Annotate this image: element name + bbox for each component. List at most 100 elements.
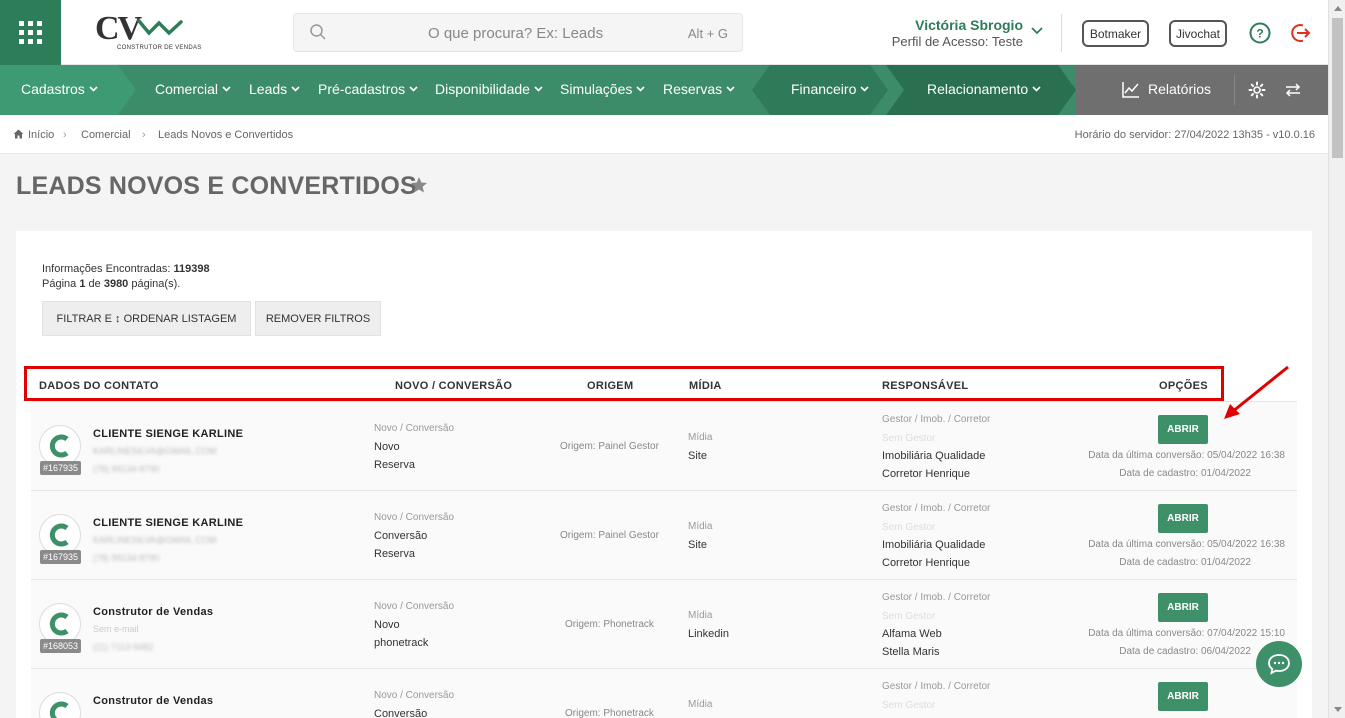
vertical-scrollbar[interactable]: [1328, 0, 1345, 718]
contact-name[interactable]: Construtor de Vendas: [93, 606, 213, 618]
responsavel-label: Gestor / Imob. / Corretor: [882, 503, 991, 514]
created-date: Data de cadastro: 01/04/2022: [1119, 557, 1251, 568]
chevron-down-icon: [534, 86, 543, 92]
nav-comercial[interactable]: Comercial: [155, 81, 231, 97]
chevron-down-icon: [726, 86, 735, 92]
lead-media: Linkedin: [688, 628, 729, 640]
novo-conversao-label: Novo / Conversão: [374, 601, 455, 612]
user-name: Victória Sbrogio: [915, 17, 1023, 33]
gear-icon[interactable]: [1248, 81, 1266, 99]
server-time: Horário do servidor: 27/04/2022 13h35 - …: [1074, 129, 1315, 141]
help-icon[interactable]: ?: [1249, 22, 1271, 44]
chevron-down-icon[interactable]: [1031, 27, 1043, 35]
logout-icon[interactable]: [1290, 22, 1312, 44]
chevron-down-icon: [291, 86, 300, 92]
divider: [1234, 75, 1235, 105]
responsavel-label: Gestor / Imob. / Corretor: [882, 414, 991, 425]
contact-name[interactable]: CLIENTE SIENGE KARLINE: [93, 428, 243, 440]
col-novo-conversao: NOVO / CONVERSÃO: [395, 380, 513, 392]
created-date: Data de cadastro: 06/04/2022: [1119, 646, 1251, 657]
breadcrumb-comercial[interactable]: Comercial: [81, 129, 131, 141]
midia-label: Mídia: [688, 432, 713, 443]
search-input[interactable]: O que procura? Ex: Leads Alt + G: [293, 13, 743, 52]
chevron-down-icon: [222, 86, 231, 92]
scrollbar-thumb[interactable]: [1332, 18, 1343, 158]
nav-reservas[interactable]: Reservas: [663, 81, 735, 97]
col-opcoes: OPÇÕES: [1159, 380, 1208, 392]
search-shortcut: Alt + G: [687, 26, 728, 41]
last-conversion-date: Data da última conversão: 07/04/2022 15:…: [1088, 628, 1285, 639]
novo-conversao-label: Novo / Conversão: [374, 423, 455, 434]
chevron-down-icon: [89, 86, 98, 92]
remove-filters-button[interactable]: REMOVER FILTROS: [255, 301, 381, 336]
breadcrumb-home[interactable]: Início: [28, 129, 54, 141]
star-icon[interactable]: [410, 176, 428, 194]
home-icon: [13, 129, 24, 139]
lead-origin: Origem: Painel Gestor: [560, 441, 659, 452]
nav-relatorios[interactable]: Relatórios: [1148, 81, 1211, 97]
responsavel-label: Gestor / Imob. / Corretor: [882, 592, 991, 603]
nav-simulacoes[interactable]: Simulações: [560, 81, 645, 97]
nav-tools: Relatórios: [1076, 65, 1328, 115]
scroll-up-icon[interactable]: [1334, 6, 1342, 11]
lead-status: Conversão: [374, 708, 428, 718]
last-conversion-date: Data da última conversão: 05/04/2022 16:…: [1088, 539, 1285, 550]
contact-phone: (11) 7113-9482: [93, 642, 154, 652]
lead-origin: Origem: Painel Gestor: [560, 530, 659, 541]
nav-financeiro[interactable]: Financeiro: [791, 81, 869, 97]
divider: [1061, 14, 1062, 52]
novo-conversao-label: Novo / Conversão: [374, 690, 455, 701]
corretor-value: Corretor Henrique: [882, 468, 971, 480]
cv-logo-icon: [49, 701, 69, 718]
abrir-button[interactable]: ABRIR: [1158, 593, 1208, 622]
cv-logo-icon: [49, 523, 69, 547]
nav-leads[interactable]: Leads: [249, 81, 300, 97]
filter-sort-button[interactable]: FILTRAR E ↕ ORDENAR LISTAGEM: [42, 301, 251, 336]
jivochat-button[interactable]: Jivochat: [1169, 20, 1227, 47]
contact-phone: (78) 99134-8790: [93, 464, 160, 474]
logo[interactable]: CV CONSTRUTOR DE VENDAS: [95, 10, 201, 54]
apps-menu-button[interactable]: [0, 0, 61, 65]
avatar: [39, 692, 81, 718]
contact-name[interactable]: Construtor de Vendas: [93, 695, 213, 707]
corretor-value: Stella Maris: [882, 646, 940, 658]
lead-status: Novo: [374, 441, 400, 453]
novo-conversao-label: Novo / Conversão: [374, 512, 455, 523]
breadcrumb-current: Leads Novos e Convertidos: [158, 129, 294, 141]
annotation-arrow-icon: [1224, 365, 1289, 419]
lead-substatus: phonetrack: [374, 637, 429, 649]
chart-line-icon: [1122, 82, 1139, 98]
gestor-value: Sem Gestor: [882, 611, 936, 622]
abrir-button[interactable]: ABRIR: [1158, 682, 1208, 711]
scroll-down-icon[interactable]: [1334, 707, 1342, 712]
cv-logo-icon: [49, 612, 69, 636]
contact-email: KARLINESILVA@GMAIL.COM: [93, 535, 217, 545]
imobiliaria-value: Imobiliária Qualidade: [882, 450, 986, 462]
contact-email: Sem e-mail: [93, 624, 139, 634]
chat-button[interactable]: [1256, 641, 1302, 687]
responsavel-label: Gestor / Imob. / Corretor: [882, 681, 991, 692]
table-row: Construtor de Vendas Novo / Conversão Co…: [31, 668, 1297, 718]
chevron-right-icon: ›: [63, 129, 67, 141]
contact-name[interactable]: CLIENTE SIENGE KARLINE: [93, 517, 243, 529]
lead-status: Conversão: [374, 530, 428, 542]
nav-disponibilidade[interactable]: Disponibilidade: [435, 81, 543, 97]
abrir-button[interactable]: ABRIR: [1158, 504, 1208, 533]
nav-cadastros[interactable]: Cadastros: [21, 81, 98, 97]
table-row: #168053 Construtor de Vendas Sem e-mail …: [31, 579, 1297, 668]
lead-id-badge: #167935: [40, 461, 82, 475]
swap-icon[interactable]: [1285, 83, 1301, 97]
botmaker-button[interactable]: Botmaker: [1082, 20, 1149, 47]
user-role: Perfil de Acesso: Teste: [891, 34, 1023, 49]
nav-pre-cadastros[interactable]: Pré-cadastros: [318, 81, 418, 97]
col-midia: MÍDIA: [689, 380, 722, 392]
lead-origin: Origem: Phonetrack: [565, 708, 654, 718]
table-header: DADOS DO CONTATO NOVO / CONVERSÃO ORIGEM…: [24, 366, 1224, 401]
nav-relacionamento[interactable]: Relacionamento: [927, 81, 1041, 97]
logo-mark-icon: [137, 19, 183, 36]
midia-label: Mídia: [688, 699, 713, 710]
user-menu[interactable]: Victória Sbrogio Perfil de Acesso: Teste: [892, 17, 1023, 49]
abrir-button[interactable]: ABRIR: [1158, 415, 1208, 444]
chevron-down-icon: [636, 86, 645, 92]
lead-id-badge: #168053: [40, 639, 82, 653]
